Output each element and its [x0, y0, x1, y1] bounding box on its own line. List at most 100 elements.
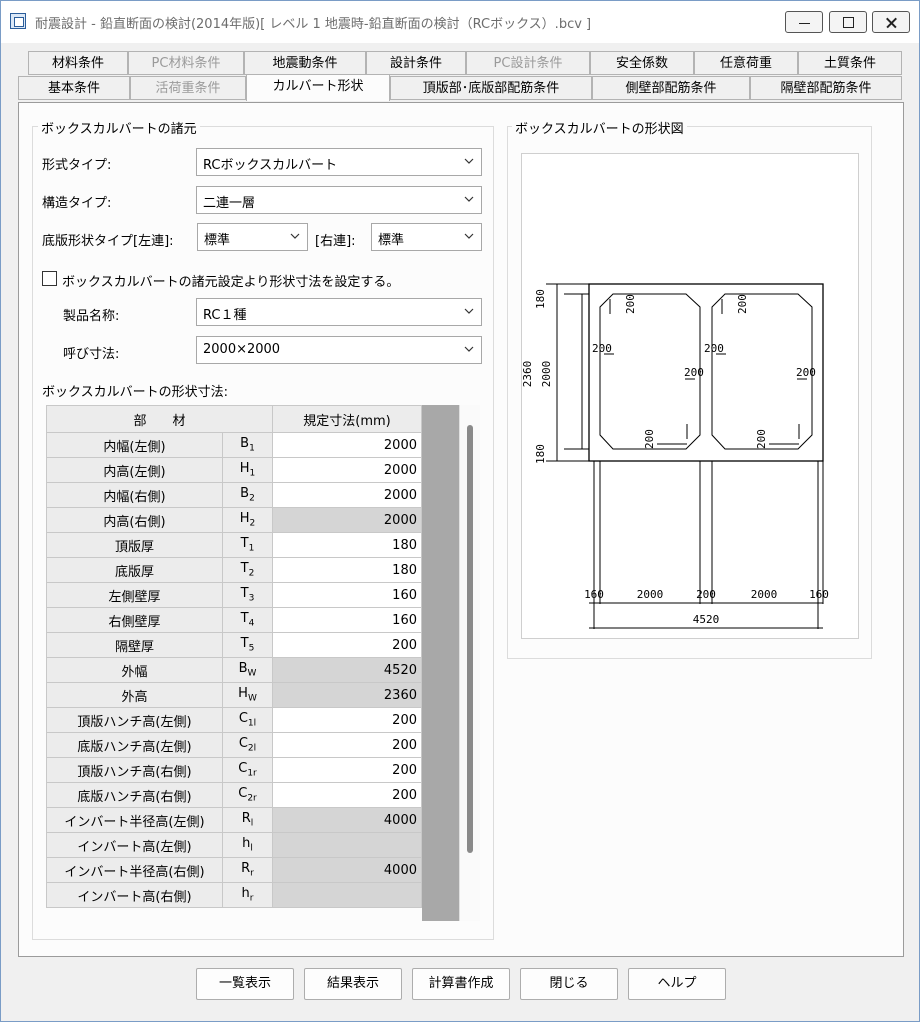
member-name: 外高 — [46, 682, 223, 708]
symbol-subscript: 3 — [248, 593, 255, 604]
symbol-letter: T — [240, 586, 249, 602]
dimension-value-cell[interactable]: 2360 — [272, 682, 422, 708]
dim-haunch-top-left: 200 — [624, 294, 637, 314]
member-symbol: H1 — [222, 457, 273, 483]
symbol-letter: h — [241, 886, 250, 902]
form-type-select[interactable]: RCボックスカルバート — [196, 148, 482, 176]
tab-material-conditions[interactable]: 材料条件 — [28, 51, 128, 75]
product-name-label: 製品名称: — [63, 309, 120, 324]
app-icon — [10, 13, 26, 29]
symbol-letter: B — [240, 486, 250, 502]
dim-partition: 200 — [696, 588, 716, 601]
product-name-select[interactable]: RC１種 — [196, 298, 482, 326]
result-view-button[interactable]: 結果表示 — [304, 968, 402, 1000]
dimension-value-cell[interactable]: 180 — [272, 532, 422, 558]
symbol-subscript: 1r — [247, 768, 257, 779]
dimension-value-cell[interactable]: 2000 — [272, 482, 422, 508]
table-row: 内高(右側) H2 2000 — [46, 507, 422, 533]
tab-ground-motion-conditions[interactable]: 地震動条件 — [244, 51, 366, 75]
symbol-letter: H — [239, 511, 250, 527]
dim-left-wall: 160 — [584, 588, 604, 601]
dimension-value-cell[interactable]: 160 — [272, 607, 422, 633]
help-button[interactable]: ヘルプ — [628, 968, 726, 1000]
table-header-row: 部 材 規定寸法(mm) — [46, 405, 422, 433]
dimension-value-cell[interactable]: 160 — [272, 582, 422, 608]
tab-arbitrary-loads[interactable]: 任意荷重 — [694, 51, 798, 75]
table-row: 頂版ハンチ高(左側) C1l 200 — [46, 707, 422, 733]
minimize-button[interactable] — [785, 11, 823, 33]
member-symbol: T1 — [222, 532, 273, 558]
tab-slab-reinforcement[interactable]: 頂版部･底版部配筋条件 — [390, 76, 592, 100]
symbol-subscript: l — [250, 843, 253, 854]
tab-sidewall-reinforcement[interactable]: 側壁部配筋条件 — [592, 76, 750, 100]
bottom-left-select[interactable]: 標準 — [197, 223, 308, 251]
table-scrollbar[interactable] — [459, 405, 480, 921]
symbol-subscript: 2r — [247, 793, 257, 804]
nominal-size-select[interactable]: 2000×2000 — [196, 336, 482, 364]
table-row: 外幅 BW 4520 — [46, 657, 422, 683]
table-row: インバート高(右側) hr — [46, 882, 422, 908]
dimension-value-cell[interactable]: 200 — [272, 632, 422, 658]
symbol-letter: T — [240, 561, 249, 577]
dimension-value-cell[interactable]: 200 — [272, 707, 422, 733]
dimension-value-cell[interactable]: 180 — [272, 557, 422, 583]
member-name: インバート半径高(右側) — [46, 857, 223, 883]
scrollbar-thumb[interactable] — [467, 425, 473, 853]
member-name: 内幅(右側) — [46, 482, 223, 508]
tab-partition-reinforcement[interactable]: 隔壁部配筋条件 — [750, 76, 902, 100]
table-row: 内幅(左側) B1 2000 — [46, 432, 422, 458]
member-symbol: Rl — [222, 807, 273, 833]
tab-basic-conditions[interactable]: 基本条件 — [18, 76, 130, 100]
symbol-letter: R — [241, 811, 251, 827]
table-row: 底版ハンチ高(左側) C2l 200 — [46, 732, 422, 758]
symbol-subscript: W — [247, 668, 257, 679]
table-row: 左側壁厚 T3 160 — [46, 582, 422, 608]
symbol-letter: H — [238, 686, 248, 702]
create-report-button[interactable]: 計算書作成 — [412, 968, 510, 1000]
maximize-button[interactable] — [829, 11, 867, 33]
member-symbol: C2l — [222, 732, 273, 758]
symbol-subscript: 2 — [248, 568, 255, 579]
spec-setting-checkbox-label: ボックスカルバートの諸元設定より形状寸法を設定する。 — [62, 275, 400, 290]
tab-soil-conditions[interactable]: 土質条件 — [798, 51, 902, 75]
bottom-shape-label: 底版形状タイプ[左連]: — [42, 234, 174, 249]
member-name: 頂版厚 — [46, 532, 223, 558]
table-row: 内幅(右側) B2 2000 — [46, 482, 422, 508]
culvert-shape-drawing: 180 180 2360 2000 200 200 200 200 200 20… — [521, 153, 859, 639]
table-empty-area — [422, 405, 459, 921]
close-button[interactable]: 閉じる — [520, 968, 618, 1000]
dimension-value-cell[interactable]: 2000 — [272, 507, 422, 533]
symbol-letter: B — [240, 436, 250, 452]
struct-type-value: 二連一層 — [203, 196, 256, 211]
tab-culvert-shape[interactable]: カルバート形状 — [246, 74, 390, 101]
dimension-value-cell[interactable]: 2000 — [272, 457, 422, 483]
dimension-value-cell[interactable]: 4520 — [272, 657, 422, 683]
dim-haunch-bottom-left: 200 — [643, 429, 656, 449]
dimension-value-cell[interactable] — [272, 882, 422, 908]
chevron-down-icon — [464, 196, 474, 202]
tab-live-load-conditions[interactable]: 活荷重条件 — [130, 76, 246, 100]
symbol-subscript: 5 — [248, 643, 255, 654]
list-view-button[interactable]: 一覧表示 — [196, 968, 294, 1000]
tab-design-conditions[interactable]: 設計条件 — [366, 51, 466, 75]
symbol-letter: T — [240, 536, 249, 552]
chevron-down-icon — [464, 233, 474, 239]
spec-setting-checkbox[interactable] — [42, 271, 57, 286]
member-symbol: C2r — [222, 782, 273, 808]
bottom-right-select[interactable]: 標準 — [371, 223, 482, 251]
dimension-value-cell[interactable] — [272, 832, 422, 858]
dimension-value-cell[interactable]: 4000 — [272, 807, 422, 833]
tab-safety-factors[interactable]: 安全係数 — [590, 51, 694, 75]
close-window-button[interactable] — [872, 11, 910, 33]
dimension-value-cell[interactable]: 200 — [272, 782, 422, 808]
table-row: 頂版ハンチ高(右側) C1r 200 — [46, 757, 422, 783]
symbol-letter: B — [238, 661, 248, 677]
struct-type-select[interactable]: 二連一層 — [196, 186, 482, 214]
dimension-value-cell[interactable]: 4000 — [272, 857, 422, 883]
dimension-value-cell[interactable]: 200 — [272, 732, 422, 758]
dimension-value-cell[interactable]: 200 — [272, 757, 422, 783]
tab-pc-material-conditions[interactable]: PC材料条件 — [128, 51, 244, 75]
tab-pc-design-conditions[interactable]: PC設計条件 — [466, 51, 590, 75]
member-column-header: 部 材 — [46, 405, 273, 433]
dimension-value-cell[interactable]: 2000 — [272, 432, 422, 458]
